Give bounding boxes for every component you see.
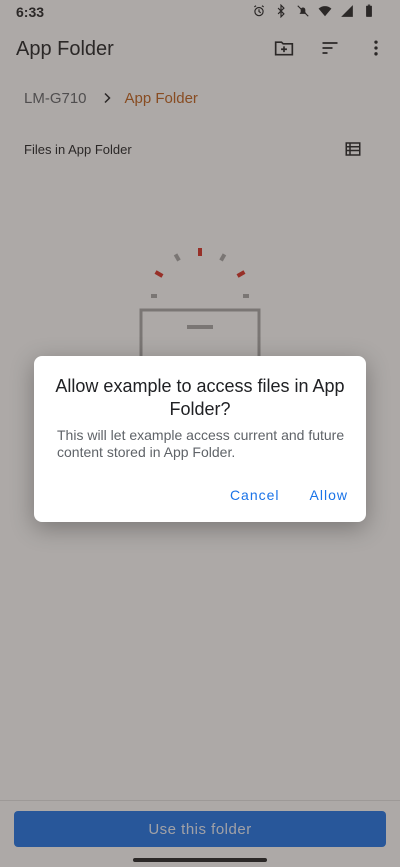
dialog-actions: Cancel Allow <box>230 487 348 503</box>
dialog-title: Allow example to access files in App Fol… <box>55 376 345 419</box>
dialog-message: This will let example access current and… <box>57 427 345 460</box>
cancel-button[interactable]: Cancel <box>230 487 280 503</box>
permission-dialog: Allow example to access files in App Fol… <box>34 356 366 522</box>
allow-button[interactable]: Allow <box>310 487 348 503</box>
